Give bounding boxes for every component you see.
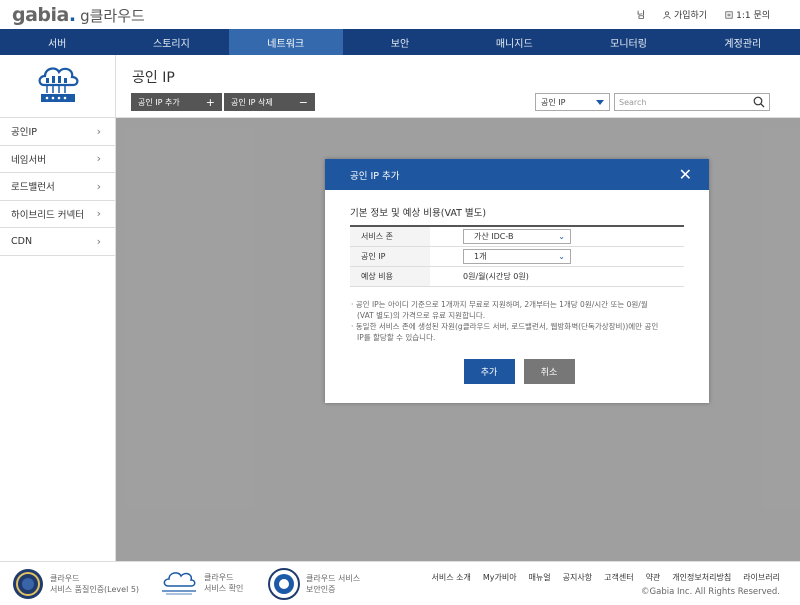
footer: 클라우드 서비스 품질인증(Level 5) 클라우드 서비스 확인 클라우드 … [0,561,800,605]
service-zone-value: 가산 IDC-B [474,232,514,241]
footer-link-privacy[interactable]: 개인정보처리방침 [672,572,731,583]
modal-title: 공인 IP 추가 [350,170,400,182]
note-line: (VAT 별도)의 가격으로 유료 지원합니다. [357,311,486,320]
overlay-top [0,0,800,118]
row-label: 공인 IP [350,247,430,266]
cert-line: 보안인증 [306,585,336,594]
modal-body: 기본 정보 및 예상 비용(VAT 별도) 서비스 존 가산 IDC-B ⌄ 공… [325,190,709,343]
chevron-down-icon: ⌄ [558,252,565,261]
cert-quality: 클라우드 서비스 품질인증(Level 5) [12,568,139,600]
public-ip-count-select[interactable]: 1개 ⌄ [463,249,571,264]
cert-security: 클라우드 서비스 보안인증 [268,568,360,600]
confirm-button[interactable]: 추가 [463,359,515,384]
cert-text: 클라우드 서비스 확인 [204,572,243,594]
cert-line: 클라우드 [204,573,234,582]
cert-text: 클라우드 서비스 품질인증(Level 5) [50,573,139,595]
quality-cert-badge-icon [13,569,43,599]
table-row: 예상 비용 0원/월(시간당 0원) [350,267,684,287]
cert-service: 클라우드 서비스 확인 [160,568,243,598]
cert-line: 서비스 품질인증(Level 5) [50,585,140,594]
estimated-cost: 0원/월(시간당 0원) [463,272,529,281]
note-line: · 공인 IP는 아이디 기준으로 1개까지 무료로 지원하며, 2개부터는 1… [351,300,648,309]
service-zone-select[interactable]: 가산 IDC-B ⌄ [463,229,571,244]
row-label: 서비스 존 [350,227,430,246]
modal-header: 공인 IP 추가 ✕ [325,159,709,190]
row-label: 예상 비용 [350,267,430,286]
close-icon[interactable]: ✕ [679,166,692,183]
cert-text: 클라우드 서비스 보안인증 [306,573,360,595]
footer-links: 서비스 소개 My가비아 매뉴얼 공지사항 고객센터 약관 개인정보처리방침 라… [432,572,781,583]
ip-count-value: 1개 [474,252,487,261]
modal-actions: 추가 취소 [325,359,709,384]
table-row: 공인 IP 1개 ⌄ [350,247,684,267]
note-line: IP를 할당할 수 있습니다. [357,333,436,342]
cert-line: 클라우드 [50,574,80,583]
cancel-button[interactable]: 취소 [523,359,575,384]
footer-link-notice[interactable]: 공지사항 [563,572,592,583]
copyright: ©Gabia Inc. All Rights Reserved. [641,587,780,597]
table-row: 서비스 존 가산 IDC-B ⌄ [350,227,684,247]
section-title: 기본 정보 및 예상 비용(VAT 별도) [350,208,487,219]
footer-link-terms[interactable]: 약관 [646,572,661,583]
row-value: 가산 IDC-B ⌄ [430,227,684,246]
info-table: 서비스 존 가산 IDC-B ⌄ 공인 IP 1개 ⌄ 예상 비용 0원/월(시… [350,225,684,287]
security-cert-seal-icon [268,568,300,600]
footer-link-support[interactable]: 고객센터 [604,572,633,583]
footer-link-mygabia[interactable]: My가비아 [483,572,517,583]
footer-link-library[interactable]: 라이브러리 [743,572,780,583]
cloud-service-logo-icon [162,572,196,595]
note-line: · 동일한 서비스 존에 생성된 자원(g클라우드 서버, 로드밸런서, 웹방화… [351,322,659,331]
notes: · 공인 IP는 아이디 기준으로 1개까지 무료로 지원하며, 2개부터는 1… [350,299,684,343]
footer-link-manual[interactable]: 매뉴얼 [529,572,551,583]
chevron-down-icon: ⌄ [558,232,565,241]
cert-line: 클라우드 서비스 [306,574,361,583]
footer-link-about[interactable]: 서비스 소개 [432,572,471,583]
add-public-ip-modal: 공인 IP 추가 ✕ 기본 정보 및 예상 비용(VAT 별도) 서비스 존 가… [325,159,709,403]
row-value: 1개 ⌄ [430,247,684,266]
cert-line: 서비스 확인 [204,584,244,593]
